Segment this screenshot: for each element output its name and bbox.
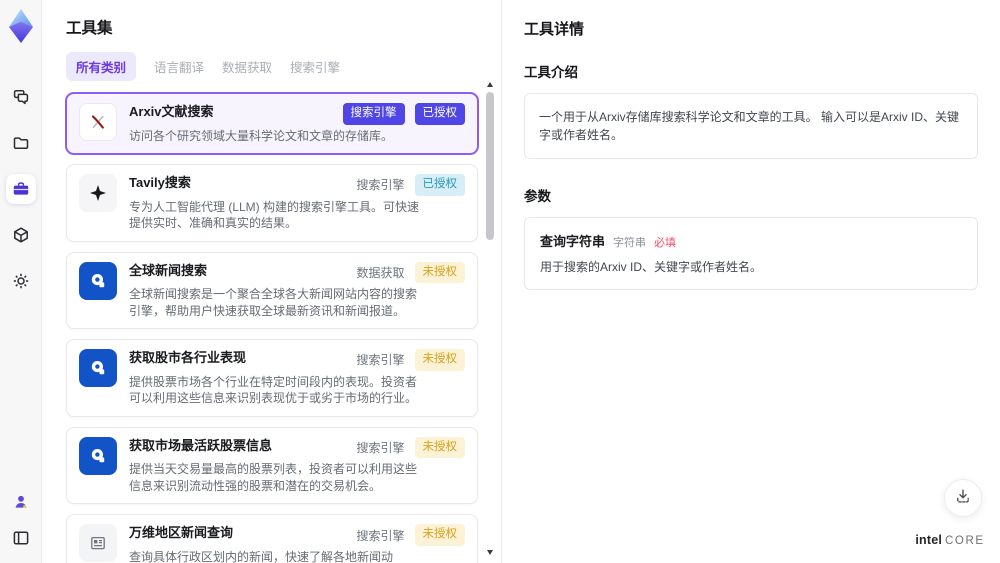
tool-card-3[interactable]: 获取股市各行业表现 搜索引擎 未授权 提供股票市场各个行业在特定时间段内的表现。…: [66, 339, 478, 417]
param-name: 查询字符串: [540, 234, 606, 249]
brand-core: CORE: [945, 535, 985, 547]
tool-card-5[interactable]: 万维地区新闻查询 搜索引擎 未授权 查询具体行政区划内的新闻，快速了解各地新闻动: [66, 514, 478, 563]
tavily-icon: [79, 174, 117, 213]
scrollbar[interactable]: [485, 82, 495, 555]
sidebar-item-collapse[interactable]: [6, 523, 36, 553]
tool-card-1[interactable]: Tavily搜索 搜索引擎 已授权 专为人工智能代理 (LLM) 构建的搜索引擎…: [66, 164, 478, 242]
intel-core-logo: intel CORE: [914, 531, 986, 549]
tool-description: 全球新闻搜索是一个聚合全球各大新闻网站内容的搜索引擎，帮助用户快速获取全球最新资…: [129, 287, 418, 318]
stock-icon: [79, 349, 117, 388]
param-required-badge: 必填: [654, 237, 677, 249]
brand-intel: intel: [915, 533, 943, 547]
tool-auth-badge: 未授权: [414, 524, 465, 546]
tool-category-badge: 搜索引擎: [356, 441, 405, 456]
tool-auth-badge: 未授权: [414, 349, 465, 371]
category-tabs: 所有类别 语言翻译 数据获取 搜索引擎: [66, 52, 501, 81]
tool-name: 万维地区新闻查询: [129, 525, 234, 541]
intro-heading: 工具介绍: [524, 65, 578, 80]
scroll-up-arrow-icon[interactable]: [487, 82, 493, 87]
folder-icon: [11, 133, 31, 153]
sidebar-item-models[interactable]: [6, 220, 36, 250]
sidebar-bottom: [6, 487, 36, 553]
tool-description: 专为人工智能代理 (LLM) 构建的搜索引擎工具。可快速提供实时、准确和真实的结…: [129, 199, 420, 231]
scrollbar-thumb[interactable]: [486, 92, 494, 240]
app-window: 工具集 所有类别 语言翻译 数据获取 搜索引擎 Arxiv文献搜索 搜索引擎 已授权 …: [0, 0, 1000, 563]
tool-auth-badge: 已授权: [414, 103, 465, 125]
tool-description: 查询具体行政区划内的新闻，快速了解各地新闻动: [129, 549, 394, 563]
sidebar-item-chat[interactable]: [6, 82, 36, 112]
tool-category-badge: 搜索引擎: [356, 528, 405, 543]
tool-category-badge: 搜索引擎: [356, 178, 405, 193]
tool-description: 提供当天交易量最高的股票列表，投资者可以利用这些信息来识别流动性强的股票和潜在的…: [129, 462, 418, 493]
briefcase-icon: [11, 179, 31, 199]
tool-card-4[interactable]: 获取市场最活跃股票信息 搜索引擎 未授权 提供当天交易量最高的股票列表，投资者可…: [66, 426, 478, 505]
arxiv-icon: [79, 103, 117, 141]
globalnews-icon: [79, 261, 117, 300]
tool-category-badge: 搜索引擎: [342, 103, 405, 125]
tool-card-0[interactable]: Arxiv文献搜索 搜索引擎 已授权 访问各个研究领域大量科学论文和文章的存储库…: [66, 93, 478, 155]
chat-icon: [11, 87, 31, 107]
sidebar-item-settings[interactable]: [6, 266, 36, 296]
category-tab-2[interactable]: 数据获取: [222, 52, 272, 81]
detail-title: 工具详情: [524, 21, 585, 38]
download-button[interactable]: [944, 479, 982, 517]
param-head: 查询字符串 字符串 必填: [540, 231, 962, 250]
tool-category-badge: 数据获取: [356, 265, 405, 280]
category-tab-0[interactable]: 所有类别: [66, 52, 137, 81]
tool-name: Arxiv文献搜索: [129, 104, 214, 119]
cube-icon: [11, 225, 31, 245]
gear-icon: [11, 271, 31, 291]
tool-name: 全球新闻搜索: [129, 262, 208, 278]
sidebar: [0, 0, 42, 563]
intro-text: 一个用于从Arxiv存储库搜索科学论文和文章的工具。 输入可以是Arxiv ID…: [524, 93, 978, 159]
tool-name: Tavily搜索: [129, 175, 191, 191]
user-icon: [11, 492, 31, 512]
params-heading: 参数: [524, 189, 551, 204]
param-card: 查询字符串 字符串 必填 用于搜索的Arxiv ID、关键字或作者姓名。: [524, 217, 978, 290]
tool-list-panel: 工具集 所有类别 语言翻译 数据获取 搜索引擎 Arxiv文献搜索 搜索引擎 已授权 …: [42, 0, 502, 563]
sidebar-item-tools[interactable]: [5, 174, 36, 204]
category-tab-1[interactable]: 语言翻译: [154, 52, 204, 81]
category-tab-3[interactable]: 搜索引擎: [290, 52, 340, 81]
tool-description: 提供股票市场各个行业在特定时间段内的表现。投资者可以利用这些信息来识别表现优于或…: [129, 374, 418, 406]
scroll-down-arrow-icon[interactable]: [487, 550, 493, 555]
param-description: 用于搜索的Arxiv ID、关键字或作者姓名。: [540, 260, 763, 274]
download-icon: [954, 487, 972, 510]
app-logo: [7, 8, 35, 44]
tool-name: 获取市场最活跃股票信息: [129, 437, 273, 453]
param-type: 字符串: [613, 237, 647, 249]
tool-name: 获取股市各行业表现: [129, 350, 247, 366]
tool-description: 访问各个研究领域大量科学论文和文章的存储库。: [129, 128, 394, 143]
tool-list: Arxiv文献搜索 搜索引擎 已授权 访问各个研究领域大量科学论文和文章的存储库…: [66, 93, 478, 563]
tool-auth-badge: 已授权: [414, 174, 465, 196]
tool-detail-panel: 工具详情 工具介绍 一个用于从Arxiv存储库搜索科学论文和文章的工具。 输入可…: [502, 0, 1000, 563]
tool-auth-badge: 未授权: [414, 436, 465, 459]
tool-category-badge: 搜索引擎: [356, 353, 405, 368]
sidebar-item-files[interactable]: [6, 128, 36, 158]
tool-card-2[interactable]: 全球新闻搜索 数据获取 未授权 全球新闻搜索是一个聚合全球各大新闻网站内容的搜索…: [66, 251, 478, 330]
sidebar-item-user[interactable]: [6, 487, 36, 517]
panel-toggle-icon: [11, 528, 31, 548]
tool-auth-badge: 未授权: [414, 261, 465, 284]
stock-icon: [79, 436, 117, 475]
newspaper-icon: [79, 524, 117, 563]
page-title: 工具集: [66, 20, 113, 37]
